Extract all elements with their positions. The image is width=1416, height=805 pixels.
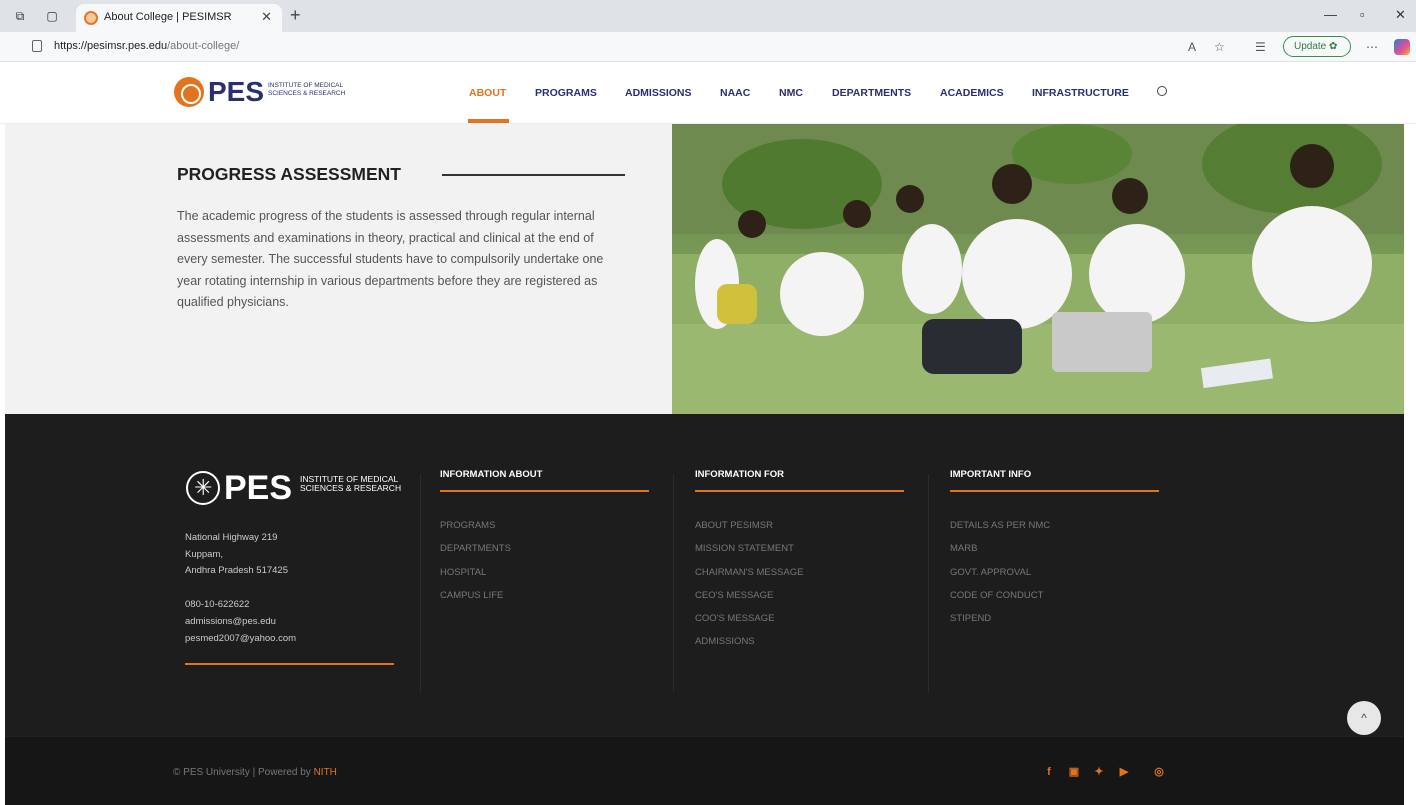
site-favicon-icon (84, 11, 98, 25)
footer-link-chairmans-message[interactable]: CHAIRMAN'S MESSAGE (695, 561, 803, 584)
twitter-icon[interactable]: ✦ (1093, 766, 1105, 778)
read-aloud-icon[interactable]: A (1188, 40, 1196, 54)
site-footer: PES INSTITUTE OF MEDICAL SCIENCES & RESE… (5, 414, 1404, 736)
close-tab-icon[interactable]: ✕ (261, 9, 272, 25)
update-button[interactable]: Update ✿ (1283, 36, 1351, 57)
nav-admissions[interactable]: ADMISSIONS (625, 87, 692, 99)
footer-link-programs[interactable]: PROGRAMS (440, 514, 511, 537)
close-window-icon[interactable]: ✕ (1395, 7, 1406, 23)
students-photo (672, 124, 1404, 414)
logo-seal-icon (174, 77, 204, 107)
address-line: National Highway 219 (185, 532, 278, 543)
tab-title: About College | PESIMSR (104, 11, 232, 23)
copyright-text: © PES University | Powered by NITH (173, 767, 337, 778)
footer-link-campus-life[interactable]: CAMPUS LIFE (440, 584, 511, 607)
address-line: Kuppam, (185, 548, 224, 560)
more-icon[interactable]: ⋯ (1366, 40, 1378, 54)
scroll-to-top-button[interactable]: ^ (1347, 701, 1381, 735)
logo-text: PES (208, 76, 265, 107)
footer-col-heading-information-for: INFORMATION FOR (695, 469, 785, 480)
nav-academics[interactable]: ACADEMICS (940, 87, 1004, 99)
section-title: PROGRESS ASSESSMENT (177, 164, 401, 184)
nav-departments[interactable]: DEPARTMENTS (832, 87, 911, 99)
footer-link-govt-approval[interactable]: GOVT. APPROVAL (950, 561, 1050, 584)
nav-nmc[interactable]: NMC (779, 87, 803, 99)
footer-logo-text: PES (224, 469, 293, 507)
footer-logo-subtitle: INSTITUTE OF MEDICAL SCIENCES & RESEARCH (300, 474, 402, 493)
footer-link-mission-statement[interactable]: MISSION STATEMENT (695, 537, 803, 560)
footer-contact: 080-10-622622 admissions@pes.edu pesmed2… (185, 596, 296, 647)
footer-link-hospital[interactable]: HOSPITAL (440, 561, 511, 584)
browser-tab-bar: ⧉ ▢ About College | PESIMSR ✕ + — ▫ ✕ (0, 0, 1416, 32)
powered-by-link[interactable]: NITH (314, 767, 337, 778)
restore-icon[interactable]: ▫ (1360, 7, 1365, 22)
logo-subtitle: INSTITUTE OF MEDICAL SCIENCES & RESEARCH (268, 82, 346, 97)
lock-icon (32, 40, 42, 52)
new-tab-icon[interactable]: + (290, 5, 301, 26)
progress-assessment-section: PROGRESS ASSESSMENT The academic progres… (5, 124, 1404, 414)
footer-logo-seal-icon (186, 471, 220, 505)
footer-link-ceos-message[interactable]: CEO'S MESSAGE (695, 584, 803, 607)
footer-address: National Highway 219 Kuppam, Andhra Prad… (185, 530, 288, 580)
footer-links-information-about: PROGRAMS DEPARTMENTS HOSPITAL CAMPUS LIF… (440, 514, 511, 607)
address-bar: https://pesimsr.pes.edu/about-college/ A… (0, 32, 1416, 62)
footer-column-separator (928, 474, 929, 692)
phone-number[interactable]: 080-10-622622 (185, 596, 296, 613)
favorites-icon[interactable]: ☰ (1255, 40, 1266, 54)
footer-link-marb[interactable]: MARB (950, 537, 1050, 560)
youtube-icon[interactable]: ▶ (1118, 766, 1130, 778)
address-line: Andhra Pradesh 517425 (185, 565, 288, 576)
search-icon[interactable] (1157, 86, 1167, 96)
footer-link-coos-message[interactable]: COO'S MESSAGE (695, 607, 803, 630)
footer-link-code-of-conduct[interactable]: CODE OF CONDUCT (950, 584, 1050, 607)
footer-link-departments[interactable]: DEPARTMENTS (440, 537, 511, 560)
footer-col-heading-information-about: INFORMATION ABOUT (440, 469, 543, 480)
workspaces-icon[interactable]: ⧉ (12, 8, 28, 24)
footer-col-heading-important-info: IMPORTANT INFO (950, 469, 1032, 480)
footer-links-important-info: DETAILS AS PER NMC MARB GOVT. APPROVAL C… (950, 514, 1050, 630)
site-header: PES INSTITUTE OF MEDICAL SCIENCES & RESE… (0, 62, 1416, 124)
footer-link-about-pesimsr[interactable]: ABOUT PESIMSR (695, 514, 803, 537)
footer-bottom-bar: © PES University | Powered by NITH f ▣ ✦… (5, 736, 1404, 805)
nav-programs[interactable]: PROGRAMS (535, 87, 597, 99)
students-photo-illustration (672, 124, 1404, 414)
facebook-icon[interactable]: f (1043, 766, 1055, 778)
copilot-icon[interactable] (1394, 39, 1410, 55)
instagram-icon[interactable]: ◎ (1153, 766, 1165, 778)
browser-tab[interactable]: About College | PESIMSR ✕ (76, 4, 282, 32)
minimize-icon[interactable]: — (1324, 7, 1337, 22)
tab-actions-icon[interactable]: ▢ (44, 8, 60, 24)
footer-col-divider (950, 490, 1159, 492)
footer-contact-divider (185, 663, 394, 665)
email-pesmed[interactable]: pesmed2007@yahoo.com (185, 630, 296, 647)
nav-naac[interactable]: NAAC (720, 87, 750, 99)
nav-infrastructure[interactable]: INFRASTRUCTURE (1032, 87, 1129, 99)
footer-link-stipend[interactable]: STIPEND (950, 607, 1050, 630)
favorite-star-icon[interactable]: ☆ (1214, 40, 1225, 54)
section-body: The academic progress of the students is… (177, 209, 604, 309)
footer-links-information-for: ABOUT PESIMSR MISSION STATEMENT CHAIRMAN… (695, 514, 803, 654)
email-admissions[interactable]: admissions@pes.edu (185, 613, 296, 630)
footer-col-divider (695, 490, 904, 492)
linkedin-icon[interactable]: ▣ (1068, 766, 1080, 778)
nav-about[interactable]: ABOUT (469, 87, 506, 99)
url-text: https://pesimsr.pes.edu/about-college/ (54, 40, 240, 52)
footer-link-details-nmc[interactable]: DETAILS AS PER NMC (950, 514, 1050, 537)
footer-col-divider (440, 490, 649, 492)
url-input[interactable]: https://pesimsr.pes.edu/about-college/ (8, 35, 1168, 59)
footer-column-separator (673, 474, 674, 692)
title-divider (442, 174, 625, 176)
footer-column-separator (420, 474, 421, 692)
nav-active-underline (468, 119, 509, 123)
footer-link-admissions[interactable]: ADMISSIONS (695, 630, 803, 653)
